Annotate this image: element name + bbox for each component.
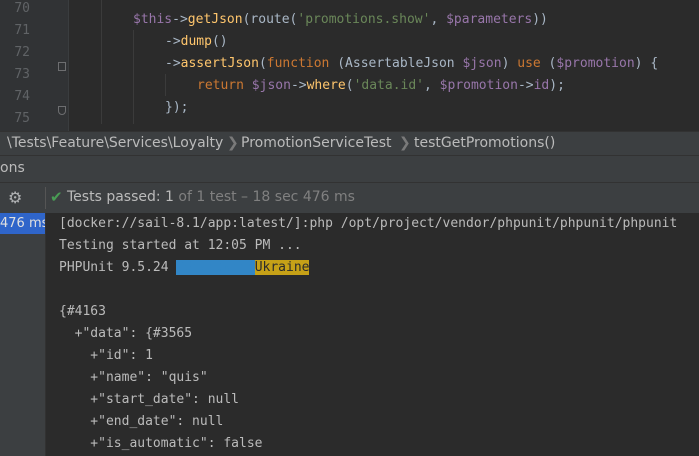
breadcrumb-separator: ❯ xyxy=(399,135,411,151)
breadcrumb-item-namespace[interactable]: \Tests\Feature\Services\Loyalty xyxy=(7,135,223,151)
phpunit-version: PHPUnit 9.5.24 xyxy=(59,260,177,275)
console-dump-line: +"start_date": null xyxy=(59,392,240,407)
code-token: getJson xyxy=(187,12,243,27)
code-token: use xyxy=(517,56,541,71)
passed-count: 1 xyxy=(165,189,174,205)
status-summary: of 1 test – 18 sec 476 ms xyxy=(173,189,355,205)
line-number-gutter: 70 71 72 73 74 75 xyxy=(0,0,68,131)
code-token: $this xyxy=(133,12,173,27)
code-token: dump xyxy=(180,34,212,49)
test-runner-toolbar: ⚙ ✔ Tests passed: 1 of 1 test – 18 sec 4… xyxy=(0,183,699,213)
code-line: ->dump() xyxy=(165,31,228,53)
code-token: (AssertableJson xyxy=(329,56,463,71)
fold-end-icon[interactable] xyxy=(58,106,66,115)
toolbar-divider xyxy=(45,187,46,209)
console-output[interactable]: [docker://sail-8.1/app:latest/]:php /opt… xyxy=(46,213,699,456)
line-number: 70 xyxy=(14,1,30,16)
console-phpunit-line: PHPUnit 9.5.24 #StandWithUkraine xyxy=(59,257,310,279)
code-token: where xyxy=(306,78,346,93)
code-token: ( xyxy=(345,78,354,93)
code-token: ( xyxy=(540,56,557,71)
breadcrumb-item-method[interactable]: testGetPromotions() xyxy=(414,135,555,151)
code-line: return $json->where('data.id', $promotio… xyxy=(197,75,565,97)
status-prefix: Tests passed: xyxy=(67,189,166,205)
console-command: [docker://sail-8.1/app:latest/]:php /opt… xyxy=(59,216,678,231)
code-token: return xyxy=(197,78,252,93)
code-token: (route( xyxy=(242,12,298,27)
code-token: id xyxy=(533,78,550,93)
code-token: () xyxy=(211,34,228,49)
code-token: function xyxy=(266,56,330,71)
run-panel-header: ons xyxy=(0,156,699,183)
code-token: -> xyxy=(290,78,307,93)
console-dump-line: {#4163 xyxy=(59,304,106,319)
test-tree-panel: 476 ms xyxy=(0,213,45,456)
code-editor[interactable]: 70 71 72 73 74 75 $this->getJson(route('… xyxy=(0,0,699,131)
code-token: $parameters xyxy=(446,12,533,27)
check-icon: ✔ xyxy=(50,188,63,206)
code-token: -> xyxy=(165,56,181,71)
code-token: }); xyxy=(165,100,189,115)
code-line: $this->getJson(route('promotions.show', … xyxy=(133,9,548,31)
line-number: 73 xyxy=(14,67,30,82)
code-token: $json xyxy=(251,78,291,93)
line-number: 72 xyxy=(14,45,30,60)
indent-guide xyxy=(133,30,134,124)
gutter-divider xyxy=(68,0,69,131)
console-started: Testing started at 12:05 PM ... xyxy=(59,238,302,253)
gear-icon[interactable]: ⚙ xyxy=(8,189,26,207)
test-tree-row-selected[interactable]: 476 ms xyxy=(0,213,45,234)
code-line: }); xyxy=(165,97,188,119)
indent-guide xyxy=(101,0,102,124)
breadcrumb: \Tests\Feature\Services\Loyalty ❯ Promot… xyxy=(0,131,699,156)
line-number: 71 xyxy=(14,23,30,38)
code-token: 'promotions.show' xyxy=(297,12,431,27)
line-number: 75 xyxy=(14,111,30,126)
code-token: ( xyxy=(258,56,267,71)
code-token: $promotion xyxy=(556,56,635,71)
console-dump-line: +"name": "quis" xyxy=(59,370,208,385)
banner-blue[interactable]: #StandWith xyxy=(176,260,255,275)
console-dump-line: +"end_date": null xyxy=(59,414,224,429)
code-token: , xyxy=(424,78,440,93)
breadcrumb-separator: ❯ xyxy=(227,135,239,151)
code-token: $json xyxy=(462,56,502,71)
run-tab-label[interactable]: ons xyxy=(0,160,25,176)
code-token: -> xyxy=(172,12,188,27)
code-token: -> xyxy=(165,34,181,49)
code-token: $promotion xyxy=(439,78,518,93)
console-dump-line: +"id": 1 xyxy=(59,348,153,363)
test-status-text: Tests passed: 1 of 1 test – 18 sec 476 m… xyxy=(67,189,355,205)
breadcrumb-item-class[interactable]: PromotionServiceTest xyxy=(241,135,392,151)
line-number: 74 xyxy=(14,89,30,104)
indent-guide xyxy=(165,74,166,96)
code-token: , xyxy=(430,12,447,27)
banner-yellow[interactable]: Ukraine xyxy=(254,260,310,275)
code-token: -> xyxy=(517,78,534,93)
code-line: ->assertJson(function (AssertableJson $j… xyxy=(165,53,658,75)
code-token: ) { xyxy=(634,56,659,71)
code-token: ) xyxy=(501,56,518,71)
fold-start-icon[interactable] xyxy=(58,62,66,71)
code-token: assertJson xyxy=(180,56,259,71)
code-token: 'data.id' xyxy=(353,78,425,93)
console-dump-line: +"data": {#3565 xyxy=(59,326,193,341)
code-token: ); xyxy=(549,78,565,93)
code-token: )) xyxy=(532,12,548,27)
console-dump-line: +"is_automatic": false xyxy=(59,436,263,451)
